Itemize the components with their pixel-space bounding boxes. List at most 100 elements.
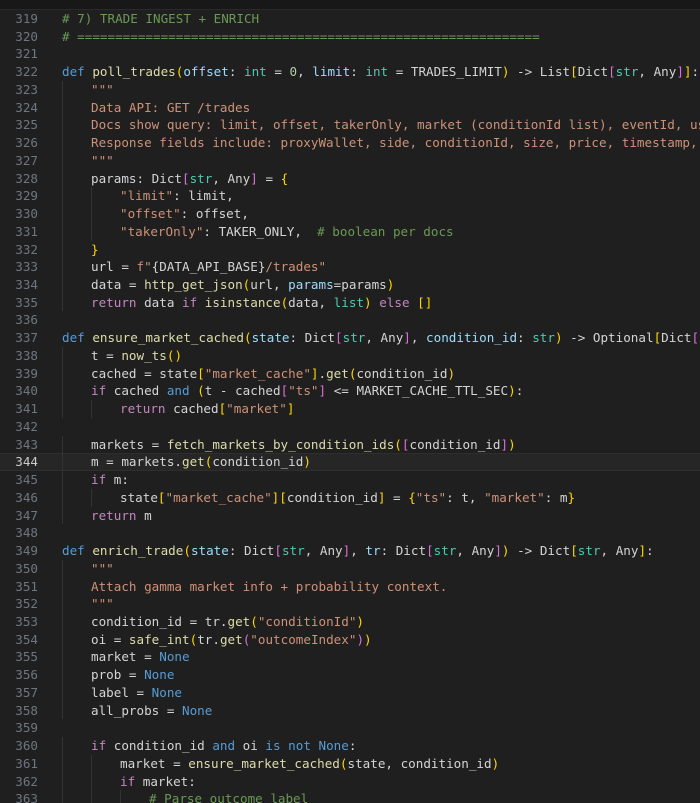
code-line[interactable]: 331 "takerOnly": TAKER_ONLY, # boolean pe… [0, 222, 700, 241]
code-line[interactable]: 349 def enrich_trade(state: Dict[str, Any… [0, 542, 700, 560]
code-line[interactable]: 356 prob = None [0, 666, 700, 684]
code-token: [ [274, 543, 282, 559]
code-line[interactable]: 363 # Parse outcome label [0, 790, 700, 803]
indent-guide [62, 630, 63, 649]
code-line[interactable]: 353 condition_id = tr.get("conditionId") [0, 612, 700, 631]
code-token: ] [500, 436, 509, 452]
code-line[interactable]: 354 oi = safe_int(tr.get("outcomeIndex")) [0, 630, 700, 649]
code-line[interactable]: 319 # 7) TRADE INGEST + ENRICH [0, 10, 700, 28]
code-line[interactable]: 357 label = None [0, 683, 700, 702]
code-line[interactable]: 325 Docs show query: limit, offset, taker… [0, 116, 700, 135]
code-line[interactable]: 355 market = None [0, 648, 700, 667]
code-token: ) [174, 347, 183, 363]
code-line[interactable]: 330 "offset": offset, [0, 205, 700, 223]
code-line[interactable]: 326 Response fields include: proxyWallet,… [0, 134, 700, 152]
code-token: -> List [509, 64, 571, 80]
line-number: 340 [15, 383, 38, 399]
code-token: [ [570, 64, 578, 80]
code-token: [ [157, 489, 166, 505]
code-token: [ [691, 330, 700, 346]
code-line[interactable]: 344 m = markets.get(condition_id) [0, 453, 700, 472]
code-token: , Any [600, 543, 639, 559]
line-number: 322 [15, 64, 38, 80]
code-line[interactable]: 322 def poll_trades(offset: int = 0, limi… [0, 63, 700, 81]
code-line[interactable]: 360 if condition_id and oi is not None: [0, 737, 700, 755]
code-line[interactable]: 359 [0, 719, 700, 737]
line-number: 323 [15, 81, 38, 97]
code-token: cached [173, 401, 219, 417]
code-line[interactable]: 347 return m [0, 506, 700, 525]
code-line[interactable]: 351 Attach gamma market info + probabilit… [0, 577, 700, 596]
code-line[interactable]: 320 # ===================================… [0, 28, 700, 46]
indent-guide [62, 382, 63, 401]
line-number: 355 [15, 649, 38, 665]
code-line[interactable]: 348 [0, 524, 700, 542]
code-line[interactable]: 350 """ [0, 559, 700, 578]
code-line[interactable]: 343 markets = fetch_markets_by_condition_… [0, 435, 700, 454]
code-line[interactable]: 338 t = now_ts() [0, 346, 700, 365]
code-token: , [350, 543, 366, 559]
code-line[interactable]: 332} [0, 240, 700, 259]
code-token: state [190, 543, 229, 559]
code-line[interactable]: 336 [0, 311, 700, 329]
code-token: m [144, 507, 152, 523]
code-line[interactable]: 337 def ensure_market_cached(state: Dict[… [0, 329, 700, 347]
code-token: data = [91, 277, 145, 293]
code-text: # Parse outcome label [149, 790, 308, 803]
code-line[interactable]: 335 return data if isinstance(data, list)… [0, 293, 700, 312]
code-token: if [182, 294, 205, 310]
line-number: 352 [15, 596, 38, 612]
code-text: params: Dict[str, Any] = { [91, 170, 288, 188]
code-token: # boolean per docs [317, 223, 454, 239]
editor-tab-bar [0, 0, 700, 10]
code-line[interactable]: 329 "limit": limit, [0, 187, 700, 206]
code-token: and [212, 738, 243, 754]
code-line[interactable]: 327 """ [0, 151, 700, 170]
code-line[interactable]: 321 [0, 45, 700, 63]
code-line[interactable]: 340 if cached and (t - cached["ts"] <= MA… [0, 382, 700, 401]
code-text: # ======================================… [62, 28, 540, 46]
indent-guide [62, 151, 63, 170]
line-number: 346 [15, 489, 38, 505]
code-editor[interactable]: 319 # 7) TRADE INGEST + ENRICH 320 # ======… [0, 10, 700, 803]
code-line[interactable]: 361 market = ensure_market_cached(state, … [0, 754, 700, 773]
code-token: : Dict [380, 543, 427, 559]
code-token: : limit, [173, 188, 234, 204]
code-token: condition_id [113, 738, 213, 754]
code-token: ] [250, 170, 258, 186]
code-line[interactable]: 345 if m: [0, 471, 700, 489]
code-token: ) [508, 383, 516, 399]
code-token: ) [447, 365, 456, 381]
code-text: """ [91, 81, 114, 99]
code-token: {DATA_API_BASE} [151, 259, 266, 275]
code-line[interactable]: 324 Data API: GET /trades [0, 98, 700, 117]
code-token: if [91, 472, 114, 488]
code-token: 0 [289, 64, 298, 80]
indent-guide [62, 701, 63, 720]
code-line[interactable]: 323 """ [0, 80, 700, 99]
line-number: 319 [15, 11, 38, 26]
code-line[interactable]: 334 data = http_get_json(url, params=para… [0, 276, 700, 294]
code-token: all_probs = [91, 702, 182, 718]
code-token: str [433, 543, 457, 559]
code-line[interactable]: 362 if market: [0, 772, 700, 791]
code-line[interactable]: 358 all_probs = None [0, 701, 700, 720]
indent-guide [91, 222, 92, 241]
code-token: [ [279, 489, 287, 505]
line-number: 330 [15, 206, 38, 222]
code-line[interactable]: 352 """ [0, 595, 700, 613]
code-token: ) [356, 631, 365, 647]
line-number: 344 [15, 454, 38, 470]
code-token: params [288, 277, 334, 293]
code-token: ) [364, 294, 372, 310]
indent-guide [62, 790, 63, 803]
code-line[interactable]: 341 return cached["market"] [0, 400, 700, 418]
code-line[interactable]: 342 [0, 418, 700, 436]
code-line[interactable]: 346 state["market_cache"][condition_id] =… [0, 488, 700, 507]
code-token: cached [113, 383, 167, 399]
code-line[interactable]: 328 params: Dict[str, Any] = { [0, 169, 700, 188]
code-line[interactable]: 333 url = f"{DATA_API_BASE}/trades" [0, 258, 700, 277]
code-token: Dict [661, 330, 692, 346]
code-line[interactable]: 339 cached = state["market_cache"].get(co… [0, 364, 700, 383]
indent-guide [91, 772, 92, 791]
